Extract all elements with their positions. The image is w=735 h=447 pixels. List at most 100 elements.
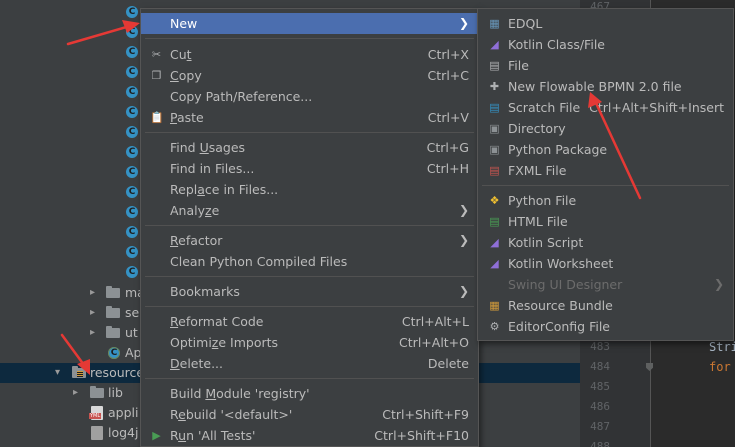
class-icon: C: [126, 6, 138, 18]
menu-item-find-usages[interactable]: Find Usages Ctrl+G: [141, 137, 478, 158]
submenu-item-editorconfig[interactable]: ⚙ EditorConfig File: [478, 316, 733, 337]
submenu-item-html-file[interactable]: ▤ HTML File: [478, 211, 733, 232]
submenu-item-kotlin-class[interactable]: ◢ Kotlin Class/File: [478, 34, 733, 55]
menu-item-paste[interactable]: 📋 Paste Ctrl+V: [141, 107, 478, 128]
submenu-item-python-package[interactable]: ▣ Python Package: [478, 139, 733, 160]
menu-item-run-all-tests[interactable]: ▶ Run 'All Tests' Ctrl+Shift+F10: [141, 425, 478, 446]
submenu-item-edql[interactable]: ▦ EDQL: [478, 13, 733, 34]
kotlin-script-icon: ◢: [490, 236, 499, 249]
menu-item-label: Build Module 'registry': [170, 386, 310, 401]
menu-item-shortcut: Ctrl+Shift+F10: [374, 428, 469, 443]
kotlin-worksheet-icon: ◢: [490, 257, 499, 270]
line-number: 483: [590, 340, 610, 353]
menu-separator: [482, 185, 729, 186]
menu-item-shortcut: Ctrl+X: [427, 47, 469, 62]
menu-item-label: Refactor: [170, 233, 223, 248]
chevron-right-icon[interactable]: ▸: [90, 283, 95, 303]
edql-icon: ▦: [489, 17, 500, 30]
menu-item-new[interactable]: New ❯: [141, 13, 478, 34]
class-icon: C: [126, 206, 138, 218]
chevron-right-icon[interactable]: ▸: [90, 303, 95, 323]
menu-item-bookmarks[interactable]: Bookmarks ❯: [141, 281, 478, 302]
yml-tag: YML: [89, 413, 102, 419]
menu-item-label: Kotlin Worksheet: [508, 256, 614, 271]
menu-item-label: Cut: [170, 47, 192, 62]
paste-icon: 📋: [150, 111, 164, 124]
submenu-arrow-icon: ❯: [458, 203, 469, 217]
menu-item-label: File: [508, 58, 529, 73]
menu-item-refactor[interactable]: Refactor ❯: [141, 230, 478, 251]
menu-item-analyze[interactable]: Analyze ❯: [141, 200, 478, 221]
menu-separator: [145, 378, 474, 379]
menu-item-label: Python File: [508, 193, 577, 208]
mnemonic-char: D: [170, 356, 180, 371]
tree-item-label: lib: [108, 385, 123, 400]
tree-item-label: ut: [125, 325, 138, 340]
class-icon: C: [126, 46, 138, 58]
menu-item-label: EditorConfig File: [508, 319, 610, 334]
submenu-item-flowable-bpmn[interactable]: ✚ New Flowable BPMN 2.0 file: [478, 76, 733, 97]
menu-item-delete[interactable]: Delete... Delete: [141, 353, 478, 374]
menu-item-label: Paste: [170, 110, 204, 125]
code-keyword: for: [709, 360, 731, 374]
submenu-item-scratch-file[interactable]: ▤ Scratch File Ctrl+Alt+Shift+Insert: [478, 97, 733, 118]
menu-item-build-module[interactable]: Build Module 'registry': [141, 383, 478, 404]
class-icon: C: [126, 106, 138, 118]
submenu-item-kotlin-script[interactable]: ◢ Kotlin Script: [478, 232, 733, 253]
menu-item-label: Find in Files...: [170, 161, 255, 176]
folder-icon: [106, 306, 120, 318]
menu-item-rebuild[interactable]: Rebuild '<default>' Ctrl+Shift+F9: [141, 404, 478, 425]
menu-item-cut[interactable]: ✂ Cut Ctrl+X: [141, 44, 478, 65]
submenu-arrow-icon: ❯: [713, 277, 724, 291]
chevron-right-icon[interactable]: ▸: [73, 383, 78, 403]
submenu-item-kotlin-worksheet[interactable]: ◢ Kotlin Worksheet: [478, 253, 733, 274]
submenu-item-directory[interactable]: ▣ Directory: [478, 118, 733, 139]
menu-item-label: Analyze: [170, 203, 220, 218]
submenu-arrow-icon: ❯: [458, 284, 469, 298]
menu-item-label: Scratch File: [508, 100, 581, 115]
menu-item-copy-path[interactable]: Copy Path/Reference...: [141, 86, 478, 107]
python-icon: ❖: [489, 194, 500, 207]
menu-item-label: New Flowable BPMN 2.0 file: [508, 79, 682, 94]
line-number: 485: [590, 380, 610, 393]
tree-item-label: se: [125, 305, 140, 320]
bpmn-icon: ✚: [489, 80, 500, 93]
menu-item-optimize-imports[interactable]: Optimize Imports Ctrl+Alt+O: [141, 332, 478, 353]
menu-item-copy[interactable]: ❐ Copy Ctrl+C: [141, 65, 478, 86]
chevron-right-icon[interactable]: ▸: [90, 323, 95, 343]
run-icon: ▶: [152, 429, 161, 442]
menu-item-label: Delete...: [170, 356, 224, 371]
class-icon: C: [126, 146, 138, 158]
class-icon: C: [126, 246, 138, 258]
class-icon: C: [126, 226, 138, 238]
tree-item-label: log4j: [108, 425, 139, 440]
submenu-item-resource-bundle[interactable]: ▦ Resource Bundle: [478, 295, 733, 316]
menu-item-shortcut: Ctrl+Shift+F9: [382, 407, 469, 422]
chevron-down-icon[interactable]: ▾: [55, 363, 60, 383]
submenu-item-python-file[interactable]: ❖ Python File: [478, 190, 733, 211]
html-icon: ▤: [489, 215, 500, 228]
mnemonic-char: a: [197, 182, 205, 197]
mnemonic-char: R: [170, 233, 179, 248]
folder-icon: [106, 286, 120, 298]
copy-icon: ❐: [151, 69, 162, 82]
python-package-icon: ▣: [489, 143, 500, 156]
menu-item-find-in-files[interactable]: Find in Files... Ctrl+H: [141, 158, 478, 179]
runnable-class-icon: C: [108, 347, 120, 359]
menu-item-label: Directory: [508, 121, 566, 136]
file-icon: ▤: [489, 59, 500, 72]
class-icon: C: [126, 266, 138, 278]
code-line: Stri: [709, 340, 735, 354]
class-icon: C: [126, 66, 138, 78]
menu-item-reformat-code[interactable]: Reformat Code Ctrl+Alt+L: [141, 311, 478, 332]
folder-icon: ▣: [489, 122, 500, 135]
submenu-item-fxml-file[interactable]: ▤ FXML File: [478, 160, 733, 181]
mnemonic-char: t: [186, 47, 192, 62]
menu-item-replace-in-files[interactable]: Replace in Files...: [141, 179, 478, 200]
tree-item-label: appli: [108, 405, 139, 420]
menu-item-clean-python[interactable]: Clean Python Compiled Files: [141, 251, 478, 272]
resource-bundle-icon: ▦: [489, 299, 500, 312]
menu-item-label: Kotlin Class/File: [508, 37, 605, 52]
submenu-item-file[interactable]: ▤ File: [478, 55, 733, 76]
menu-item-shortcut: Ctrl+Alt+Shift+Insert: [589, 100, 724, 115]
